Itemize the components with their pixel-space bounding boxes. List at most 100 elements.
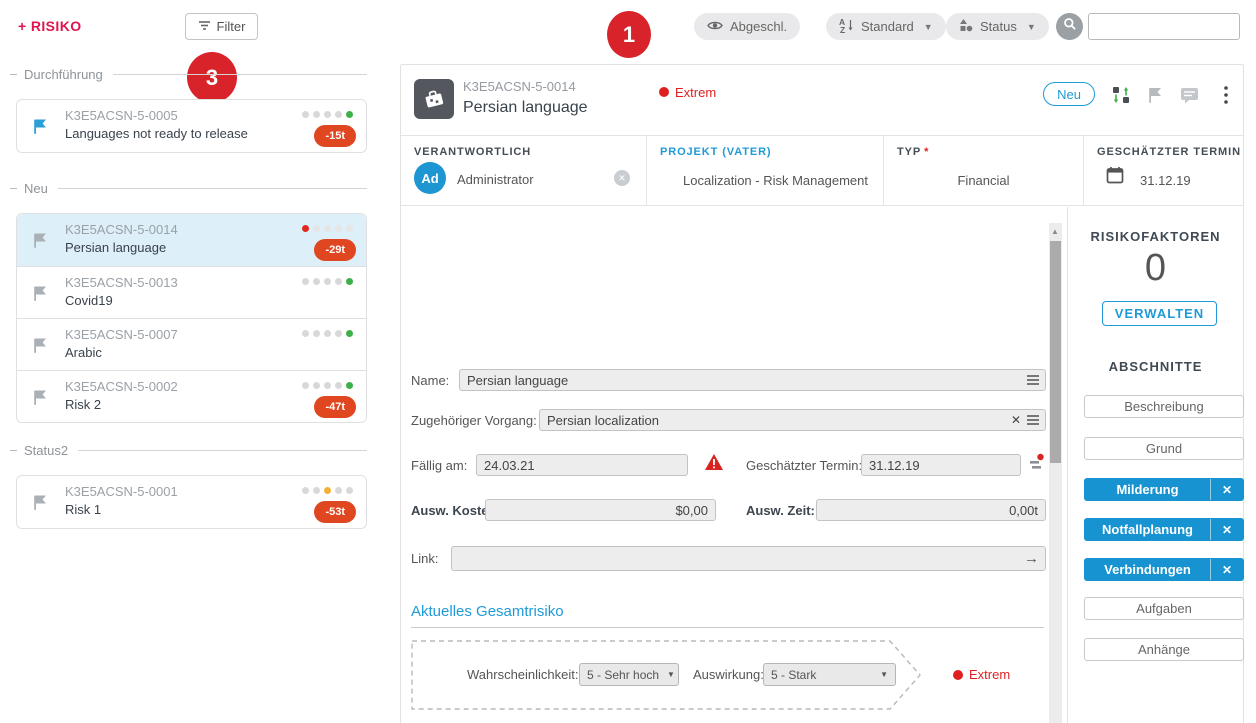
- abgeschl-label: Abgeschl.: [730, 19, 787, 34]
- search-input[interactable]: [1089, 14, 1256, 39]
- type-label: TYP*: [897, 146, 928, 158]
- workflow-transition-icon[interactable]: [1111, 85, 1131, 105]
- status-dots: [302, 278, 353, 285]
- risk-list-item[interactable]: K3E5ACSN-5-0002Risk 2-47t: [17, 370, 366, 422]
- estimate-date-input[interactable]: [862, 455, 1020, 475]
- status-dots: [302, 382, 353, 389]
- type-value: Financial: [884, 173, 1083, 188]
- clear-responsible-icon[interactable]: ✕: [614, 170, 630, 186]
- text-menu-icon[interactable]: [1027, 375, 1039, 385]
- risk-type-icon: [414, 79, 454, 119]
- risk-item-title: Risk 1: [65, 502, 101, 517]
- abgeschl-toggle[interactable]: Abgeschl.: [694, 13, 800, 40]
- section-remove-icon[interactable]: ✕: [1211, 483, 1243, 497]
- impact-time-input[interactable]: [817, 500, 1045, 520]
- risk-item-title: Persian language: [65, 240, 166, 255]
- section-button-milderung[interactable]: Milderung✕: [1084, 478, 1244, 501]
- impact-select[interactable]: 5 - Stark▼: [763, 663, 896, 686]
- group-by-status-dropdown[interactable]: Status ▼: [946, 13, 1049, 40]
- risk-detail-panel: K3E5ACSN-5-0014 Persian language Extrem …: [400, 64, 1244, 723]
- related-task-input[interactable]: [540, 410, 1011, 430]
- link-input[interactable]: [452, 547, 1024, 570]
- comment-icon[interactable]: [1179, 85, 1199, 105]
- section-button-notfallplanung[interactable]: Notfallplanung✕: [1084, 518, 1244, 541]
- open-link-arrow-icon[interactable]: →: [1024, 550, 1039, 567]
- section-button-label: Anhänge: [1085, 642, 1243, 657]
- risk-list-item[interactable]: K3E5ACSN-5-0014Persian language-29t: [17, 214, 366, 266]
- collapse-icon[interactable]: [10, 188, 17, 189]
- chevron-down-icon: ▼: [1027, 22, 1036, 32]
- baseline-alert-icon[interactable]: [1029, 453, 1045, 476]
- project-label[interactable]: PROJEKT (VATER): [660, 146, 772, 158]
- section-button-verbindungen[interactable]: Verbindungen✕: [1084, 558, 1244, 581]
- group-divider: [113, 74, 367, 75]
- scroll-up-icon[interactable]: ▲: [1051, 227, 1059, 236]
- kebab-menu-icon[interactable]: [1219, 85, 1233, 105]
- section-remove-icon[interactable]: ✕: [1211, 523, 1243, 537]
- flag-icon: [32, 389, 48, 411]
- risk-list-item[interactable]: K3E5ACSN-5-0013Covid19: [17, 266, 366, 318]
- clear-x-icon[interactable]: ✕: [1011, 413, 1021, 427]
- status-pill[interactable]: Neu: [1043, 82, 1095, 106]
- probability-select[interactable]: 5 - Sehr hoch▼: [579, 663, 679, 686]
- section-button-aufgaben[interactable]: Aufgaben: [1084, 597, 1244, 620]
- shapes-icon: [959, 18, 973, 35]
- group-header[interactable]: Durchführung: [10, 66, 367, 82]
- section-button-grund[interactable]: Grund: [1084, 437, 1244, 460]
- status-dots: [302, 487, 353, 494]
- avatar: Ad: [414, 162, 446, 194]
- manage-risk-factors-button[interactable]: VERWALTEN: [1102, 301, 1217, 326]
- risk-card-group: K3E5ACSN-5-0001 Risk 1 -53t: [16, 475, 367, 529]
- group-header[interactable]: Status2: [10, 442, 367, 458]
- group-label: Durchführung: [24, 67, 103, 82]
- delay-badge: -53t: [314, 501, 356, 523]
- flag-icon: [32, 118, 48, 140]
- sort-dropdown[interactable]: AZ Standard ▼: [826, 13, 946, 40]
- section-button-beschreibung[interactable]: Beschreibung: [1084, 395, 1244, 418]
- scrollbar-thumb[interactable]: [1050, 241, 1061, 463]
- risk-list-sidebar: Durchführung K3E5ACSN-5-0005Languages not…: [0, 0, 400, 723]
- risk-item-id: K3E5ACSN-5-0014: [65, 222, 178, 237]
- status-dots: [302, 111, 353, 118]
- section-remove-icon[interactable]: ✕: [1211, 563, 1243, 577]
- overall-risk-heading: Aktuelles Gesamtrisiko: [411, 603, 564, 620]
- risk-list-item[interactable]: K3E5ACSN-5-0001 Risk 1 -53t: [17, 476, 366, 528]
- estimate-date-input-wrap: [861, 454, 1021, 476]
- flag-icon: [32, 337, 48, 359]
- risk-item-id: K3E5ACSN-5-0002: [65, 379, 178, 394]
- risk-item-title: Arabic: [65, 345, 102, 360]
- severity-dot: [659, 87, 669, 97]
- probability-label: Wahrscheinlichkeit:: [467, 667, 579, 682]
- group-divider: [78, 450, 367, 451]
- status-dots: [302, 225, 353, 232]
- responsible-field: VERANTWORTLICH Ad Administrator ✕: [401, 136, 646, 205]
- link-input-wrap: →: [451, 546, 1046, 571]
- search-button[interactable]: [1056, 13, 1083, 40]
- collapse-icon[interactable]: [10, 74, 17, 75]
- sections-label: ABSCHNITTE: [1068, 359, 1243, 374]
- vertical-scrollbar[interactable]: ▲: [1049, 223, 1062, 723]
- sort-az-icon: AZ: [839, 17, 854, 36]
- impact-cost-input[interactable]: [486, 500, 715, 520]
- risk-factors-label: RISIKOFAKTOREN: [1068, 229, 1243, 244]
- sort-label: Standard: [861, 19, 914, 34]
- risk-list-item[interactable]: K3E5ACSN-5-0005Languages not ready to re…: [17, 100, 366, 152]
- search-field-wrap: [1088, 13, 1240, 40]
- risk-item-id: K3E5ACSN-5-0001: [65, 484, 178, 499]
- text-menu-icon[interactable]: [1027, 415, 1039, 425]
- name-input[interactable]: [460, 370, 1027, 390]
- group-label: Neu: [24, 181, 48, 196]
- risk-result-dot: [953, 670, 963, 680]
- risk-item-title: Risk 2: [65, 397, 101, 412]
- delay-badge: -15t: [314, 125, 356, 147]
- risk-group: NeuK3E5ACSN-5-0014Persian language-29tK3…: [10, 180, 367, 423]
- impact-time-label: Ausw. Zeit:: [746, 503, 815, 518]
- due-date-input[interactable]: [477, 455, 687, 475]
- risk-list-item[interactable]: K3E5ACSN-5-0007Arabic: [17, 318, 366, 370]
- collapse-icon[interactable]: [10, 450, 17, 451]
- group-header[interactable]: Neu: [10, 180, 367, 196]
- risk-item-id: K3E5ACSN-5-0005: [65, 108, 178, 123]
- section-button-anhänge[interactable]: Anhänge: [1084, 638, 1244, 661]
- estimate-field: GESCHÄTZTER TERMIN 31.12.19: [1083, 136, 1243, 205]
- flag-icon[interactable]: [1145, 85, 1165, 105]
